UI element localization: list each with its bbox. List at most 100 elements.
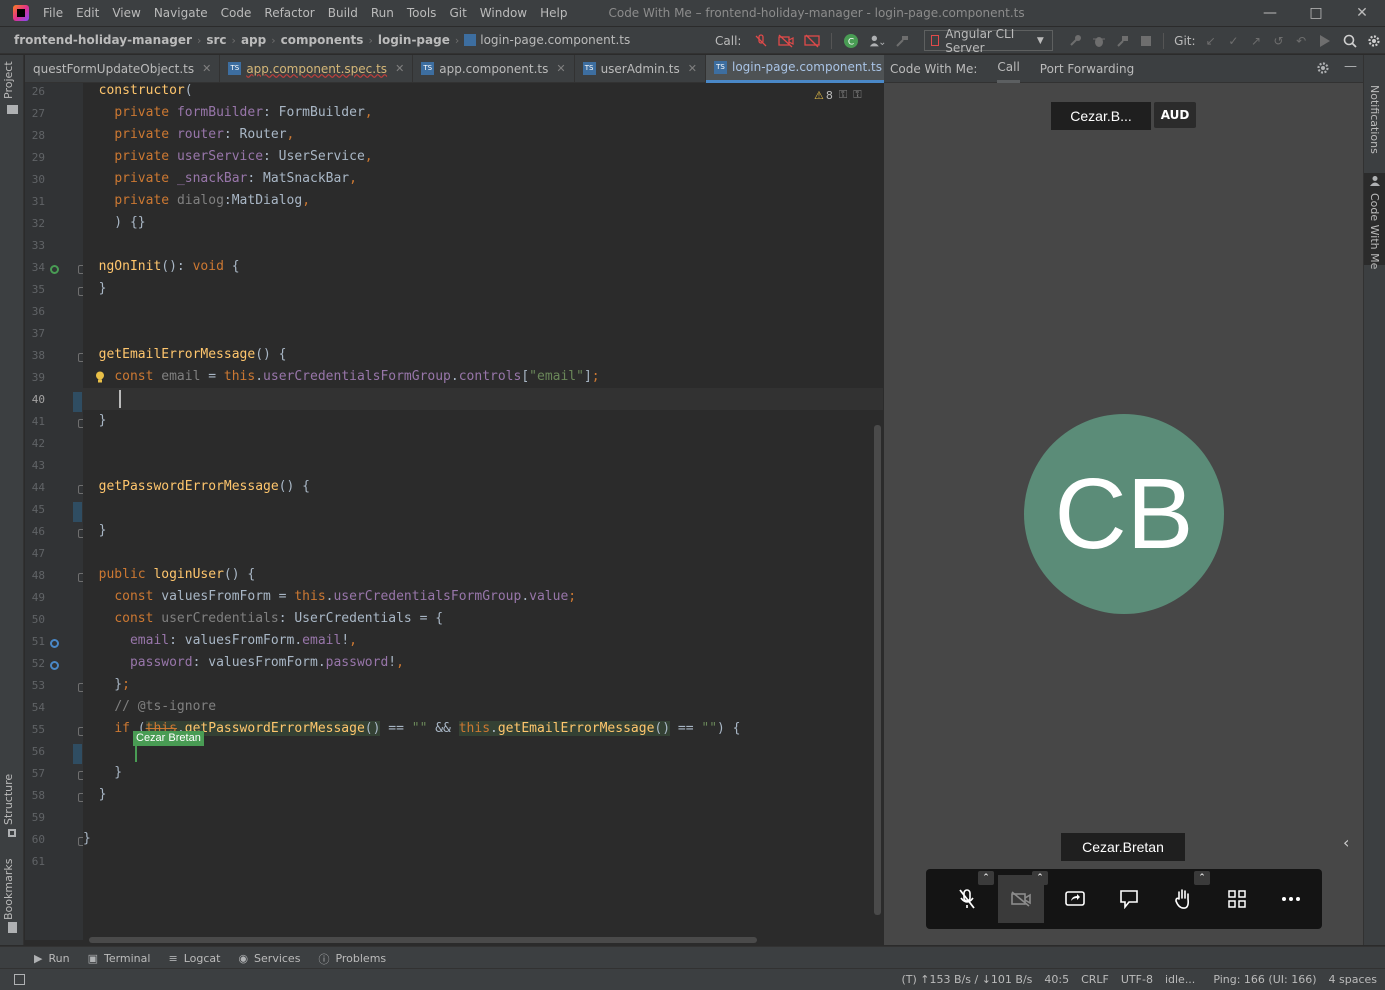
menu-navigate[interactable]: Navigate bbox=[154, 6, 208, 20]
minimize-icon[interactable]: — bbox=[1247, 0, 1293, 26]
git-commit-icon[interactable]: ✓ bbox=[1227, 33, 1240, 49]
notifications-tool-tab[interactable]: Notifications bbox=[1368, 85, 1381, 154]
run-configuration-select[interactable]: Angular CLI Server ▼ bbox=[924, 27, 1053, 55]
camera-off-icon[interactable] bbox=[778, 33, 795, 49]
ts-file-icon bbox=[464, 34, 477, 46]
change-marker[interactable] bbox=[73, 502, 82, 522]
bookmarks-tool-tab[interactable]: Bookmarks bbox=[2, 859, 15, 920]
line-number: 52 bbox=[31, 657, 45, 670]
run-tool-button[interactable]: ▶ Run bbox=[34, 952, 70, 965]
angular-icon bbox=[931, 35, 940, 46]
editor-horizontal-scrollbar[interactable] bbox=[89, 937, 757, 943]
panel-minimize-icon[interactable]: — bbox=[1344, 59, 1357, 74]
search-icon[interactable] bbox=[1343, 33, 1358, 49]
close-tab-icon[interactable]: ✕ bbox=[556, 62, 565, 75]
override-marker-icon[interactable] bbox=[50, 265, 59, 274]
services-tool-button[interactable]: ◉ Services bbox=[238, 952, 300, 965]
menu-help[interactable]: Help bbox=[540, 6, 567, 20]
line-number: 37 bbox=[31, 327, 45, 340]
override-marker-icon[interactable] bbox=[50, 639, 59, 648]
close-tab-icon[interactable]: ✕ bbox=[395, 62, 404, 75]
cursor-position[interactable]: 40:5 bbox=[1044, 973, 1069, 986]
override-marker-icon[interactable] bbox=[50, 661, 59, 670]
file-encoding[interactable]: UTF-8 bbox=[1121, 973, 1153, 986]
menu-run[interactable]: Run bbox=[371, 6, 394, 20]
camera-toggle-button[interactable]: ⌃ bbox=[998, 871, 1048, 923]
line-number: 59 bbox=[31, 811, 45, 824]
close-tab-icon[interactable]: ✕ bbox=[688, 62, 697, 75]
chevron-up-icon[interactable]: ⌃ bbox=[1194, 871, 1210, 885]
git-update-icon[interactable]: ↙ bbox=[1205, 33, 1218, 49]
change-marker[interactable] bbox=[73, 392, 82, 412]
tab-user-admin[interactable]: TS userAdmin.ts ✕ bbox=[575, 54, 706, 83]
code-editor[interactable]: constructor( private formBuilder: FormBu… bbox=[83, 83, 883, 940]
menu-build[interactable]: Build bbox=[328, 6, 358, 20]
layout-grid-button[interactable] bbox=[1214, 875, 1260, 923]
git-push-icon[interactable]: ↗ bbox=[1250, 33, 1263, 49]
line-separator[interactable]: CRLF bbox=[1081, 973, 1109, 986]
panel-title: Code With Me: bbox=[890, 61, 978, 76]
panel-settings-gear-icon[interactable] bbox=[1316, 61, 1330, 78]
raise-hand-icon bbox=[1175, 889, 1189, 909]
menu-file[interactable]: File bbox=[43, 6, 63, 20]
share-screen-button[interactable] bbox=[1052, 875, 1098, 923]
tab-app-component[interactable]: TS app.component.ts ✕ bbox=[413, 54, 575, 83]
maximize-icon[interactable]: □ bbox=[1293, 0, 1339, 26]
logcat-tool-button[interactable]: ≡ Logcat bbox=[168, 952, 220, 965]
menu-code[interactable]: Code bbox=[221, 6, 252, 20]
mute-mic-button[interactable]: ⌃ bbox=[944, 871, 994, 923]
git-rollback-icon[interactable]: ↶ bbox=[1295, 33, 1308, 49]
add-user-icon[interactable] bbox=[869, 33, 885, 49]
terminal-tool-button[interactable]: ▣ Terminal bbox=[88, 952, 151, 965]
breadcrumb-project[interactable]: frontend-holiday-manager bbox=[14, 33, 192, 47]
user-avatar-icon[interactable]: C bbox=[843, 33, 859, 49]
screen-share-off-icon[interactable] bbox=[804, 33, 821, 49]
editor-vertical-scrollbar[interactable] bbox=[874, 425, 881, 915]
code-line: } bbox=[83, 413, 107, 428]
tab-port-forwarding[interactable]: Port Forwarding bbox=[1040, 55, 1134, 83]
more-options-button[interactable] bbox=[1268, 875, 1314, 923]
line-number: 56 bbox=[31, 745, 45, 758]
breadcrumb-src[interactable]: src bbox=[206, 33, 226, 47]
change-marker[interactable] bbox=[73, 744, 82, 764]
close-tab-icon[interactable]: ✕ bbox=[202, 62, 211, 75]
build-hammer-icon[interactable] bbox=[895, 33, 909, 49]
chat-button[interactable] bbox=[1106, 875, 1152, 923]
stop-icon[interactable] bbox=[1140, 33, 1153, 49]
breadcrumb-sep-icon: › bbox=[454, 33, 460, 47]
code-with-me-tool-tab[interactable]: Code With Me bbox=[1368, 193, 1381, 269]
menu-tools[interactable]: Tools bbox=[407, 6, 437, 20]
chevron-left-icon[interactable]: ‹ bbox=[1343, 833, 1349, 852]
menu-refactor[interactable]: Refactor bbox=[264, 6, 314, 20]
raise-hand-button[interactable]: ⌃ bbox=[1160, 871, 1210, 923]
lightbulb-icon[interactable] bbox=[95, 371, 105, 383]
problems-tool-button[interactable]: ⓘ Problems bbox=[318, 951, 386, 967]
structure-tool-tab[interactable]: Structure bbox=[2, 774, 15, 825]
inspection-widget[interactable]: ⚠ 8 ⚿ ⚿ bbox=[814, 88, 862, 102]
chevron-up-icon[interactable]: ⌃ bbox=[978, 871, 994, 885]
breadcrumb-login-page[interactable]: login-page bbox=[378, 33, 450, 47]
menu-window[interactable]: Window bbox=[480, 6, 527, 20]
close-window-icon[interactable]: ✕ bbox=[1339, 0, 1385, 26]
breadcrumb-components[interactable]: components bbox=[281, 33, 364, 47]
breadcrumb-file[interactable]: login-page.component.ts bbox=[480, 33, 630, 47]
menu-git[interactable]: Git bbox=[449, 6, 466, 20]
tool-window-toggle-icon[interactable] bbox=[14, 974, 25, 985]
coverage-icon[interactable] bbox=[1116, 33, 1130, 49]
menu-edit[interactable]: Edit bbox=[76, 6, 99, 20]
tab-app-component-spec[interactable]: TS app.component.spec.ts ✕ bbox=[220, 54, 414, 83]
indent-setting[interactable]: 4 spaces bbox=[1329, 973, 1378, 986]
project-tool-tab[interactable]: Project bbox=[2, 61, 15, 99]
tab-call[interactable]: Call bbox=[997, 55, 1020, 83]
run-icon[interactable] bbox=[1068, 33, 1082, 49]
breadcrumb-app[interactable]: app bbox=[241, 33, 266, 47]
line-number: 60 bbox=[31, 833, 45, 846]
menu-view[interactable]: View bbox=[112, 6, 140, 20]
tab-request-form-update[interactable]: questFormUpdateObject.ts ✕ bbox=[25, 54, 221, 83]
chevron-up-icon[interactable]: ⌃ bbox=[1032, 871, 1048, 885]
settings-gear-icon[interactable] bbox=[1367, 33, 1381, 49]
debug-icon[interactable] bbox=[1092, 33, 1106, 49]
git-history-icon[interactable]: ↺ bbox=[1272, 33, 1285, 49]
code-with-me-icon[interactable] bbox=[1317, 33, 1333, 49]
mic-off-icon[interactable] bbox=[754, 33, 768, 49]
